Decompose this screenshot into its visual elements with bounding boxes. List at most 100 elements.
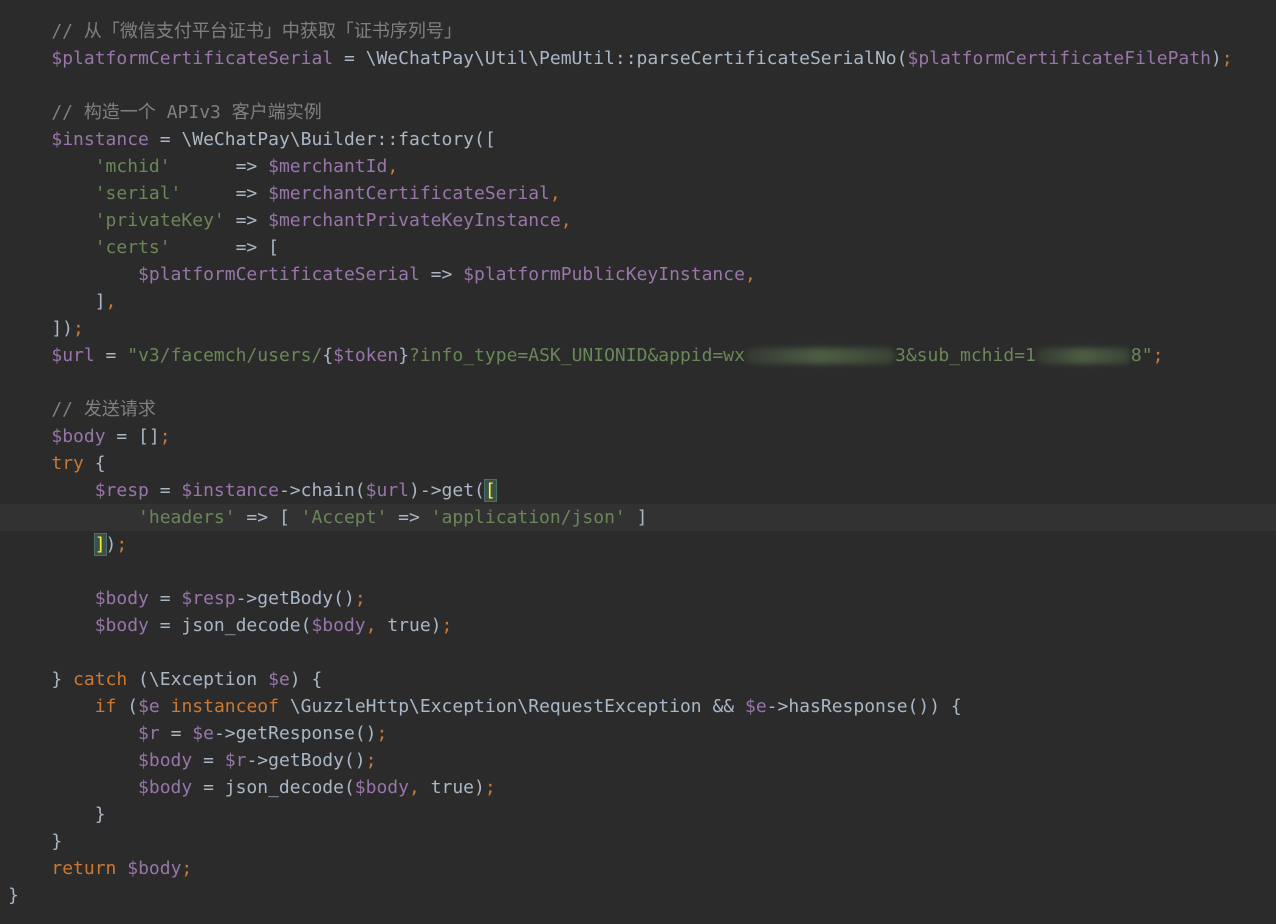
- code-token-plain: ->getBody(): [235, 588, 355, 609]
- code-token-kw: instanceof: [170, 696, 279, 717]
- code-editor[interactable]: // 从「微信支付平台证书」中获取「证书序列号」 $platformCertif…: [0, 18, 1276, 909]
- code-token-plain: )->get(: [409, 480, 485, 501]
- code-line[interactable]: } catch (\Exception $e) {: [0, 666, 1276, 693]
- code-line[interactable]: $body = $r->getBody();: [0, 747, 1276, 774]
- code-token-punct: ;: [159, 426, 171, 447]
- code-token-var: $instance: [181, 480, 279, 501]
- code-token-punct: ,: [387, 156, 399, 177]
- code-line[interactable]: ],: [0, 288, 1276, 315]
- code-token-var: $e: [268, 669, 290, 690]
- code-token-var: $resp: [94, 480, 149, 501]
- code-line[interactable]: $instance = \WeChatPay\Builder::factory(…: [0, 126, 1276, 153]
- code-token-punct: ;: [354, 588, 366, 609]
- code-line[interactable]: try {: [0, 450, 1276, 477]
- code-token-plain: =: [148, 588, 182, 609]
- code-line[interactable]: }: [0, 801, 1276, 828]
- code-line[interactable]: 'serial' => $merchantCertificateSerial,: [0, 180, 1276, 207]
- code-line[interactable]: [0, 558, 1276, 585]
- code-token-str: 'certs': [94, 237, 171, 258]
- code-token-plain: {: [83, 453, 106, 474]
- code-line[interactable]: $platformCertificateSerial = \WeChatPay\…: [0, 45, 1276, 72]
- code-token-punct: ,: [744, 264, 756, 285]
- code-token-str: 8": [1130, 345, 1153, 366]
- code-token-var: $body: [51, 426, 106, 447]
- code-line[interactable]: $body = [];: [0, 423, 1276, 450]
- code-token-plain: ->getResponse(): [213, 723, 377, 744]
- matched-bracket: ]: [93, 533, 107, 556]
- code-token-plain: => [: [170, 237, 279, 258]
- code-token-kw: try: [51, 453, 84, 474]
- code-line[interactable]: 'mchid' => $merchantId,: [0, 153, 1276, 180]
- code-token-plain: }: [8, 885, 19, 906]
- code-token-var: $platformCertificateFilePath: [907, 48, 1211, 69]
- code-line[interactable]: $url = "v3/facemch/users/{$token}?info_t…: [0, 342, 1276, 369]
- code-token-punct: ;: [1221, 48, 1233, 69]
- code-line[interactable]: $r = $e->getResponse();: [0, 720, 1276, 747]
- code-line[interactable]: [0, 72, 1276, 99]
- code-token-var: $e: [744, 696, 767, 717]
- code-token-var: $body: [311, 615, 366, 636]
- code-line[interactable]: 'privateKey' => $merchantPrivateKeyInsta…: [0, 207, 1276, 234]
- code-token-plain: }: [8, 804, 106, 825]
- code-line[interactable]: // 构造一个 APIv3 客户端实例: [0, 99, 1276, 126]
- code-token-var: $platformPublicKeyInstance: [463, 264, 745, 285]
- code-line[interactable]: }: [0, 882, 1276, 909]
- code-token-var: $body: [127, 858, 182, 879]
- code-token-var: $merchantId: [268, 156, 388, 177]
- code-line[interactable]: $body = $resp->getBody();: [0, 585, 1276, 612]
- code-token-var: $body: [94, 588, 149, 609]
- code-line[interactable]: // 从「微信支付平台证书」中获取「证书序列号」: [0, 18, 1276, 45]
- code-token-plain: => [: [235, 507, 301, 528]
- code-token-plain: }: [398, 345, 410, 366]
- code-token-plain: =: [192, 750, 225, 771]
- code-line[interactable]: }: [0, 828, 1276, 855]
- code-line[interactable]: ]);: [0, 315, 1276, 342]
- code-token-plain: =: [148, 480, 182, 501]
- code-token-var: $resp: [181, 588, 236, 609]
- code-token-plain: }: [8, 831, 63, 852]
- code-line[interactable]: 'certs' => [: [0, 234, 1276, 261]
- code-token-comment: // 从「微信支付平台证书」中获取「证书序列号」: [8, 21, 462, 42]
- code-token-plain: ]: [625, 507, 648, 528]
- code-line[interactable]: [0, 639, 1276, 666]
- code-token-var: $body: [138, 750, 193, 771]
- code-token-plain: ]): [8, 318, 74, 339]
- code-token-str: 3&sub_mchid=1: [894, 345, 1036, 366]
- code-line[interactable]: $body = json_decode($body, true);: [0, 774, 1276, 801]
- code-token-var: $body: [138, 777, 193, 798]
- code-token-plain: =: [159, 723, 193, 744]
- code-line[interactable]: return $body;: [0, 855, 1276, 882]
- code-line[interactable]: $resp = $instance->chain($url)->get([: [0, 477, 1276, 504]
- code-token-plain: ) {: [289, 669, 323, 690]
- code-line[interactable]: $platformCertificateSerial => $platformP…: [0, 261, 1276, 288]
- code-token-punct: ;: [1152, 345, 1164, 366]
- code-line[interactable]: if ($e instanceof \GuzzleHttp\Exception\…: [0, 693, 1276, 720]
- code-token-punct: ;: [181, 858, 193, 879]
- code-token-str: 'headers': [138, 507, 236, 528]
- code-line[interactable]: ]);: [0, 531, 1276, 558]
- code-token-plain: = \WeChatPay\Util\PemUtil::parseCertific…: [333, 48, 908, 69]
- code-line[interactable]: [0, 369, 1276, 396]
- code-token-comment: // 发送请求: [8, 399, 156, 420]
- matched-bracket: [: [483, 479, 497, 502]
- code-line[interactable]: $body = json_decode($body, true);: [0, 612, 1276, 639]
- code-line[interactable]: // 发送请求: [0, 396, 1276, 423]
- code-token-var: $token: [333, 345, 399, 366]
- code-token-punct: ,: [105, 291, 117, 312]
- code-token-plain: = json_decode(: [192, 777, 355, 798]
- code-token-var: $merchantCertificateSerial: [268, 183, 550, 204]
- code-line[interactable]: 'headers' => [ 'Accept' => 'application/…: [0, 504, 1276, 531]
- code-token-var: $platformCertificateSerial: [138, 264, 420, 285]
- code-token-punct: ;: [116, 534, 128, 555]
- code-token-punct: ,: [549, 183, 561, 204]
- code-token-var: $r: [138, 723, 160, 744]
